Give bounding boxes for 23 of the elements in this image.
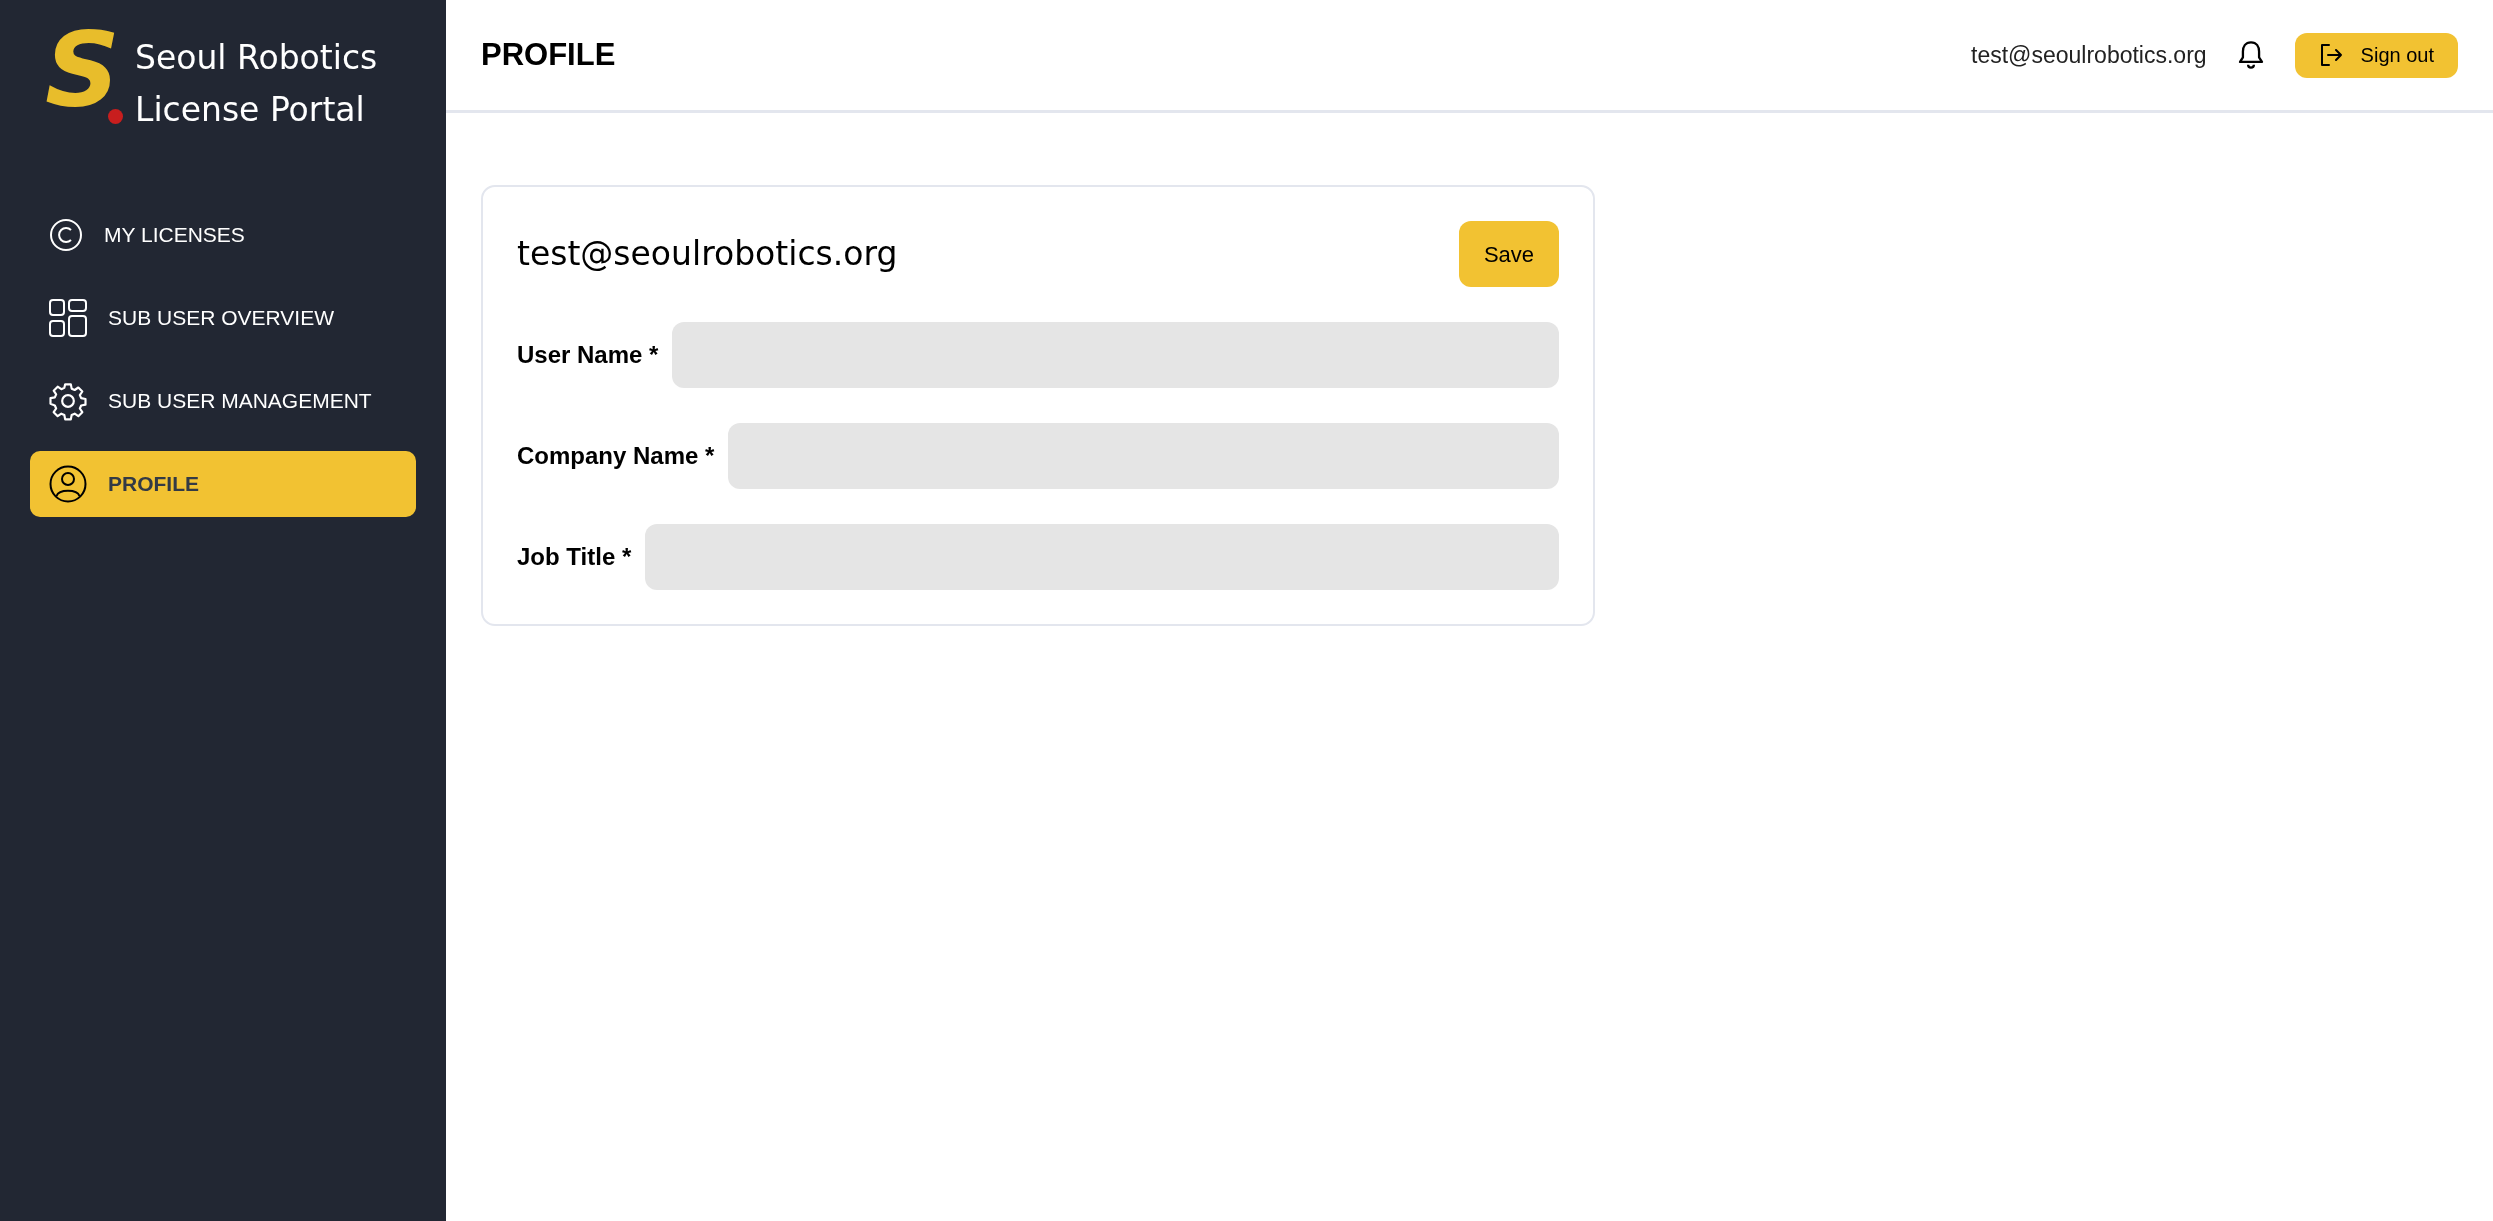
exit-icon <box>2318 42 2343 68</box>
save-button[interactable]: Save <box>1459 221 1559 287</box>
gear-icon <box>48 381 88 421</box>
app-subtitle: License Portal <box>135 89 366 131</box>
input-field[interactable] <box>645 524 1559 590</box>
user-email: test@seoulrobotics.org <box>1971 40 2207 70</box>
account-email: test@seoulrobotics.org <box>517 233 898 276</box>
nav-item[interactable]: SUB USER MANAGEMENT <box>30 368 416 434</box>
sign-out-button[interactable]: Sign out <box>2294 32 2458 78</box>
nav-item[interactable]: PROFILE <box>30 451 416 517</box>
nav-item[interactable]: MY LICENSES <box>30 202 416 268</box>
page-title: PROFILE <box>481 35 616 74</box>
input-field[interactable] <box>728 423 1559 489</box>
grid-icon <box>48 298 88 338</box>
field-label: User Name * <box>517 340 659 370</box>
copyright-icon <box>48 217 84 253</box>
app-title: Seoul Robotics <box>135 37 378 79</box>
input-field[interactable] <box>672 322 1559 388</box>
field-label: Job Title * <box>517 542 632 572</box>
nav-item[interactable]: SUB USER OVERVIEW <box>30 285 416 351</box>
bell-icon[interactable] <box>2236 40 2265 70</box>
field-label: Company Name * <box>517 441 715 471</box>
user-icon <box>48 464 88 504</box>
